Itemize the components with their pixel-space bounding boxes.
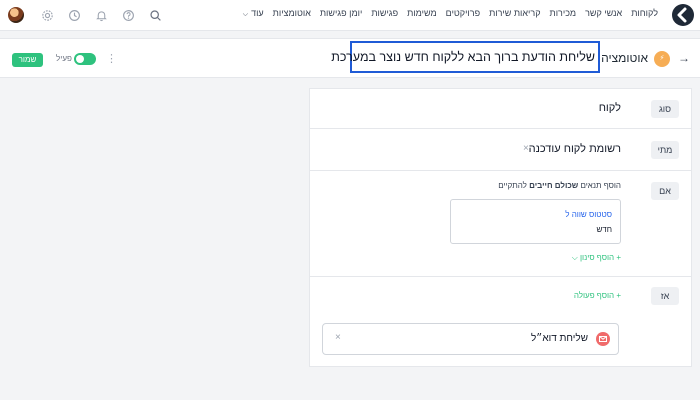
- nav-item-contacts[interactable]: אנשי קשר: [585, 8, 622, 18]
- top-navbar: לקוחות אנשי קשר מכירות קריאות שירות פרויקטים…: [0, 0, 700, 31]
- automation-title-field[interactable]: שליחת הודעת ברוך הבא ללקוח חדש נוצר במער…: [331, 41, 600, 73]
- automation-editor-card: סוג לקוח מתי רשומת לקוח עודכנה × אם הוסף…: [309, 88, 692, 367]
- trigger-value[interactable]: רשומת לקוח עודכנה: [529, 143, 621, 155]
- nav-item-calendar[interactable]: יומן פגישות: [320, 8, 362, 18]
- conditions-title: הוסף תנאים שכולם חייבים להתקיים: [498, 181, 621, 190]
- nav-item-automations[interactable]: אוטומציות: [273, 8, 311, 18]
- nav-item-tasks[interactable]: משימות: [407, 8, 437, 18]
- main-nav: לקוחות אנשי קשר מכירות קריאות שירות פרויקטים…: [234, 8, 658, 19]
- action-card-send-email[interactable]: שליחת דוא״ל ×: [322, 323, 619, 355]
- when-tag: מתי: [651, 141, 679, 159]
- action-label: שליחת דוא״ל: [530, 333, 588, 344]
- chevron-down-icon: ⌵: [242, 11, 249, 18]
- type-row: סוג לקוח: [310, 89, 691, 129]
- search-icon[interactable]: [148, 8, 162, 22]
- close-icon[interactable]: ×: [523, 143, 529, 154]
- nav-item-sales[interactable]: מכירות: [550, 8, 577, 18]
- nav-more[interactable]: עוד⌵: [243, 8, 264, 19]
- logo-icon[interactable]: [672, 4, 694, 26]
- top-toolbar-icons: [8, 6, 175, 24]
- if-tag: אם: [651, 182, 679, 200]
- active-label: פעיל: [56, 54, 72, 63]
- mail-icon: [596, 332, 610, 346]
- nav-item-meetings[interactable]: פגישות: [371, 8, 398, 18]
- then-row: אז + הוסף פעולה: [310, 277, 691, 317]
- type-tag: סוג: [651, 100, 679, 118]
- condition-value[interactable]: חדש: [596, 225, 612, 234]
- breadcrumb[interactable]: אוטומציה: [601, 51, 648, 65]
- page-title: שליחת הודעת ברוך הבא ללקוח חדש נוצר במער…: [331, 50, 595, 64]
- add-action-button[interactable]: + הוסף פעולה: [574, 291, 621, 300]
- nav-item-customers[interactable]: לקוחות: [631, 8, 658, 18]
- conditions-title-pre: הוסף תנאים: [578, 181, 621, 190]
- automation-badge-icon: ⚡: [654, 51, 670, 67]
- help-icon[interactable]: [121, 8, 135, 22]
- active-toggle[interactable]: [74, 53, 96, 65]
- condition-box[interactable]: סטטוס שווה ל חדש: [450, 199, 621, 244]
- conditions-title-post: להתקיים: [498, 181, 530, 190]
- nav-item-service-calls[interactable]: קריאות שירות: [489, 8, 540, 18]
- conditions-title-bold: שכולם חייבים: [529, 181, 579, 190]
- back-arrow-icon[interactable]: →: [678, 51, 690, 65]
- gear-icon[interactable]: [40, 8, 54, 22]
- if-row: אם הוסף תנאים שכולם חייבים להתקיים סטטוס…: [310, 171, 691, 277]
- condition-field[interactable]: סטטוס שווה ל: [565, 210, 612, 219]
- clock-icon[interactable]: [67, 8, 81, 22]
- then-tag: אז: [651, 287, 679, 305]
- avatar[interactable]: [8, 7, 24, 23]
- type-value[interactable]: לקוח: [599, 102, 621, 114]
- bell-icon[interactable]: [94, 8, 108, 22]
- nav-item-projects[interactable]: פרויקטים: [446, 8, 480, 18]
- add-filter-button[interactable]: + הוסף סינון ⌵: [572, 253, 621, 263]
- save-button[interactable]: שמור: [12, 53, 43, 67]
- when-row: מתי רשומת לקוח עודכנה ×: [310, 129, 691, 171]
- close-icon[interactable]: ×: [335, 332, 341, 343]
- nav-more-label: עוד: [251, 8, 264, 18]
- page-header: → ⚡ אוטומציה שליחת הודעת ברוך הבא ללקוח …: [0, 38, 700, 78]
- kebab-icon[interactable]: ⋮: [106, 52, 117, 65]
